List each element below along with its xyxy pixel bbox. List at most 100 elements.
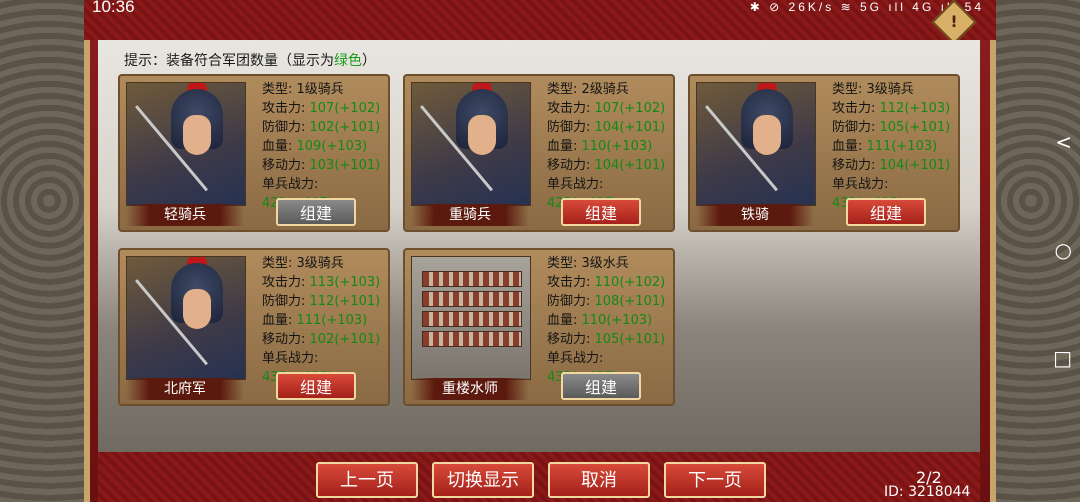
unit-type: 类型: 3级水兵 bbox=[547, 256, 629, 271]
unit-card-light-cavalry: 轻骑兵 类型: 1级骑兵 攻击力: 107(+102) 防御力: 102(+10… bbox=[118, 74, 390, 232]
ship-deck-decor bbox=[422, 331, 522, 347]
unit-def: 防御力: 105(+101) bbox=[832, 118, 958, 137]
unit-def: 防御力: 112(+101) bbox=[262, 292, 388, 311]
next-page-button[interactable]: 下一页 bbox=[664, 462, 766, 498]
unit-type: 类型: 2级骑兵 bbox=[547, 82, 629, 97]
status-time: 10:36 bbox=[92, 0, 135, 16]
mov-label: 移动力: bbox=[547, 332, 595, 347]
hp-label: 血量: bbox=[547, 139, 582, 154]
unit-portrait bbox=[411, 256, 531, 380]
unit-atk: 攻击力: 110(+102) bbox=[547, 273, 673, 292]
power-label: 单兵战力: bbox=[262, 351, 319, 366]
unit-name: 北府军 bbox=[126, 378, 244, 400]
unit-stats: 类型: 1级骑兵 攻击力: 107(+102) 防御力: 102(+101) 血… bbox=[262, 80, 388, 213]
unit-hp: 血量: 111(+103) bbox=[832, 137, 958, 156]
hp-label: 血量: bbox=[262, 313, 297, 328]
ship-deck-decor bbox=[422, 311, 522, 327]
face-decor bbox=[468, 115, 496, 155]
unit-name: 重骑兵 bbox=[411, 204, 529, 226]
player-id: ID: 3218044 bbox=[884, 484, 971, 500]
unit-def: 防御力: 108(+101) bbox=[547, 292, 673, 311]
hp-label: 血量: bbox=[547, 313, 582, 328]
unit-card-beifu-army: 北府军 类型: 3级骑兵 攻击力: 113(+103) 防御力: 112(+10… bbox=[118, 248, 390, 406]
form-button[interactable]: 组建 bbox=[276, 372, 356, 400]
unit-portrait bbox=[411, 82, 531, 206]
def-label: 防御力: bbox=[547, 120, 595, 135]
unit-mov: 移动力: 103(+101) bbox=[262, 156, 388, 175]
unit-name: 重楼水师 bbox=[411, 378, 529, 400]
status-bar: 10:36 ✱ ⊘ 26K/s ≋ 5G ıll 4G ıll 54 bbox=[84, 0, 996, 22]
power-label: 单兵战力: bbox=[547, 177, 604, 192]
def-value: 102(+101) bbox=[309, 120, 381, 135]
mov-value: 102(+101) bbox=[309, 332, 381, 347]
unit-card-heavy-cavalry: 重骑兵 类型: 2级骑兵 攻击力: 107(+102) 防御力: 104(+10… bbox=[403, 74, 675, 232]
unit-hp: 血量: 109(+103) bbox=[262, 137, 388, 156]
unit-atk: 攻击力: 107(+102) bbox=[262, 99, 388, 118]
face-decor bbox=[183, 289, 211, 329]
power-label: 单兵战力: bbox=[547, 351, 604, 366]
unit-def: 防御力: 104(+101) bbox=[547, 118, 673, 137]
cancel-button[interactable]: 取消 bbox=[548, 462, 650, 498]
atk-value: 107(+102) bbox=[309, 101, 381, 116]
form-button[interactable]: 组建 bbox=[561, 372, 641, 400]
mov-label: 移动力: bbox=[832, 158, 880, 173]
unit-name: 铁骑 bbox=[696, 204, 814, 226]
unit-mov: 移动力: 104(+101) bbox=[547, 156, 673, 175]
back-icon[interactable]: < bbox=[1055, 130, 1072, 154]
hp-value: 110(+103) bbox=[581, 313, 653, 328]
hp-label: 血量: bbox=[262, 139, 297, 154]
form-button[interactable]: 组建 bbox=[561, 198, 641, 226]
hp-value: 111(+103) bbox=[866, 139, 938, 154]
def-label: 防御力: bbox=[547, 294, 595, 309]
hint-highlight: 绿色 bbox=[334, 53, 362, 69]
power-label: 单兵战力: bbox=[832, 177, 889, 192]
form-button[interactable]: 组建 bbox=[846, 198, 926, 226]
unit-mov: 移动力: 104(+101) bbox=[832, 156, 958, 175]
hp-value: 111(+103) bbox=[296, 313, 368, 328]
unit-atk: 攻击力: 112(+103) bbox=[832, 99, 958, 118]
def-value: 108(+101) bbox=[594, 294, 666, 309]
recents-icon[interactable]: □ bbox=[1053, 346, 1072, 370]
unit-stats: 类型: 3级水兵 攻击力: 110(+102) 防御力: 108(+101) 血… bbox=[547, 254, 673, 387]
def-value: 112(+101) bbox=[309, 294, 381, 309]
unit-portrait bbox=[126, 82, 246, 206]
atk-label: 攻击力: bbox=[262, 101, 310, 116]
unit-card-tower-navy: 重楼水师 类型: 3级水兵 攻击力: 110(+102) 防御力: 108(+1… bbox=[403, 248, 675, 406]
hint-prefix: 提示：装备符合军团数量（显示为 bbox=[124, 53, 334, 69]
mov-label: 移动力: bbox=[262, 332, 310, 347]
unit-mov: 移动力: 102(+101) bbox=[262, 330, 388, 349]
ship-deck-decor bbox=[422, 271, 522, 287]
atk-value: 107(+102) bbox=[594, 101, 666, 116]
def-label: 防御力: bbox=[262, 120, 310, 135]
toggle-display-button[interactable]: 切换显示 bbox=[432, 462, 534, 498]
atk-value: 113(+103) bbox=[309, 275, 381, 290]
unit-stats: 类型: 3级骑兵 攻击力: 112(+103) 防御力: 105(+101) 血… bbox=[832, 80, 958, 213]
unit-type: 类型: 1级骑兵 bbox=[262, 82, 344, 97]
mov-value: 103(+101) bbox=[309, 158, 381, 173]
unit-type: 类型: 3级骑兵 bbox=[832, 82, 914, 97]
atk-label: 攻击力: bbox=[262, 275, 310, 290]
mov-value: 104(+101) bbox=[594, 158, 666, 173]
def-label: 防御力: bbox=[262, 294, 310, 309]
unit-stats: 类型: 3级骑兵 攻击力: 113(+103) 防御力: 112(+101) 血… bbox=[262, 254, 388, 387]
prev-page-button[interactable]: 上一页 bbox=[316, 462, 418, 498]
unit-type: 类型: 3级骑兵 bbox=[262, 256, 344, 271]
unit-portrait bbox=[126, 256, 246, 380]
atk-value: 110(+102) bbox=[594, 275, 666, 290]
power-label: 单兵战力: bbox=[262, 177, 319, 192]
face-decor bbox=[183, 115, 211, 155]
face-decor bbox=[753, 115, 781, 155]
def-label: 防御力: bbox=[832, 120, 880, 135]
def-value: 104(+101) bbox=[594, 120, 666, 135]
unit-mov: 移动力: 105(+101) bbox=[547, 330, 673, 349]
alert-icon-glyph: ! bbox=[950, 12, 958, 31]
unit-atk: 攻击力: 107(+102) bbox=[547, 99, 673, 118]
mov-label: 移动力: bbox=[262, 158, 310, 173]
unit-hp: 血量: 110(+103) bbox=[547, 311, 673, 330]
form-button[interactable]: 组建 bbox=[276, 198, 356, 226]
hint-text: 提示：装备符合军团数量（显示为绿色） bbox=[124, 50, 376, 70]
mov-value: 105(+101) bbox=[594, 332, 666, 347]
home-icon[interactable]: ○ bbox=[1055, 238, 1072, 262]
unit-name: 轻骑兵 bbox=[126, 204, 244, 226]
unit-atk: 攻击力: 113(+103) bbox=[262, 273, 388, 292]
